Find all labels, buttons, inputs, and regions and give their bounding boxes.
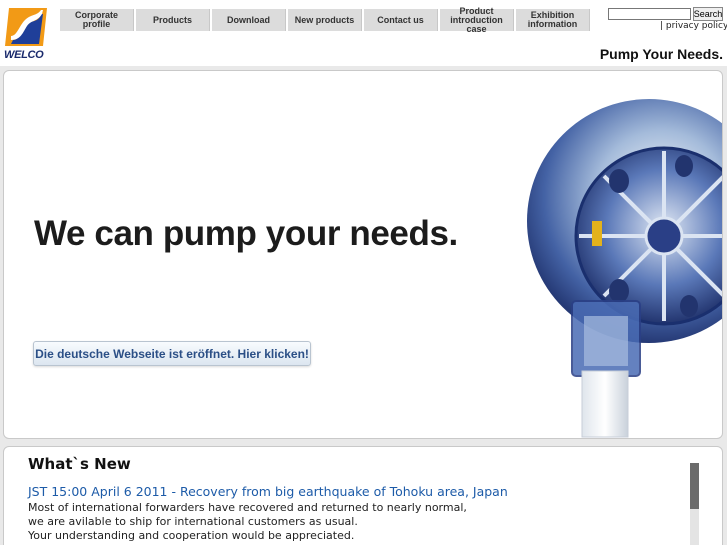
hero-headline: We can pump your needs. [34,214,458,253]
nav-corporate-profile[interactable]: Corporate profile [60,9,134,31]
german-site-button[interactable]: Die deutsche Webseite ist eröffnet. Hier… [33,341,311,366]
hero-banner: We can pump your needs. Die deutsche Web… [3,70,723,439]
news-body-line: we are avilable to ship for internationa… [28,515,358,528]
nav-new-products[interactable]: New products [288,9,362,31]
search-input[interactable] [608,8,691,20]
news-headline-link[interactable]: JST 15:00 April 6 2011 - Recovery from b… [28,484,508,499]
privacy-policy-link[interactable]: privacy policy [666,21,727,31]
nav-contact-us[interactable]: Contact us [364,9,438,31]
tagline: Pump Your Needs. [599,46,723,62]
news-scroll-thumb[interactable] [690,463,699,509]
whats-new-panel: What`s New JST 15:00 April 6 2011 - Reco… [3,446,723,545]
nav-download[interactable]: Download [212,9,286,31]
logo-wordmark: WELCO [4,49,44,61]
search-button[interactable]: Search [693,7,723,21]
whats-new-title: What`s New [28,455,131,473]
main-nav: Corporate profile Products Download New … [60,6,590,33]
news-body-line: Most of international forwarders have re… [28,501,467,514]
site-header: WELCO Corporate profile Products Downloa… [0,0,727,66]
news-body-line: Your understanding and cooperation would… [28,529,355,542]
utility-links: | privacy policy | [660,21,727,31]
nav-products[interactable]: Products [136,9,210,31]
nav-exhibition-information[interactable]: Exhibition information [516,9,590,31]
nav-product-introduction-case[interactable]: Product introduction case [440,6,514,33]
pump-product-image [527,99,722,438]
news-scrollbar[interactable] [690,463,699,545]
